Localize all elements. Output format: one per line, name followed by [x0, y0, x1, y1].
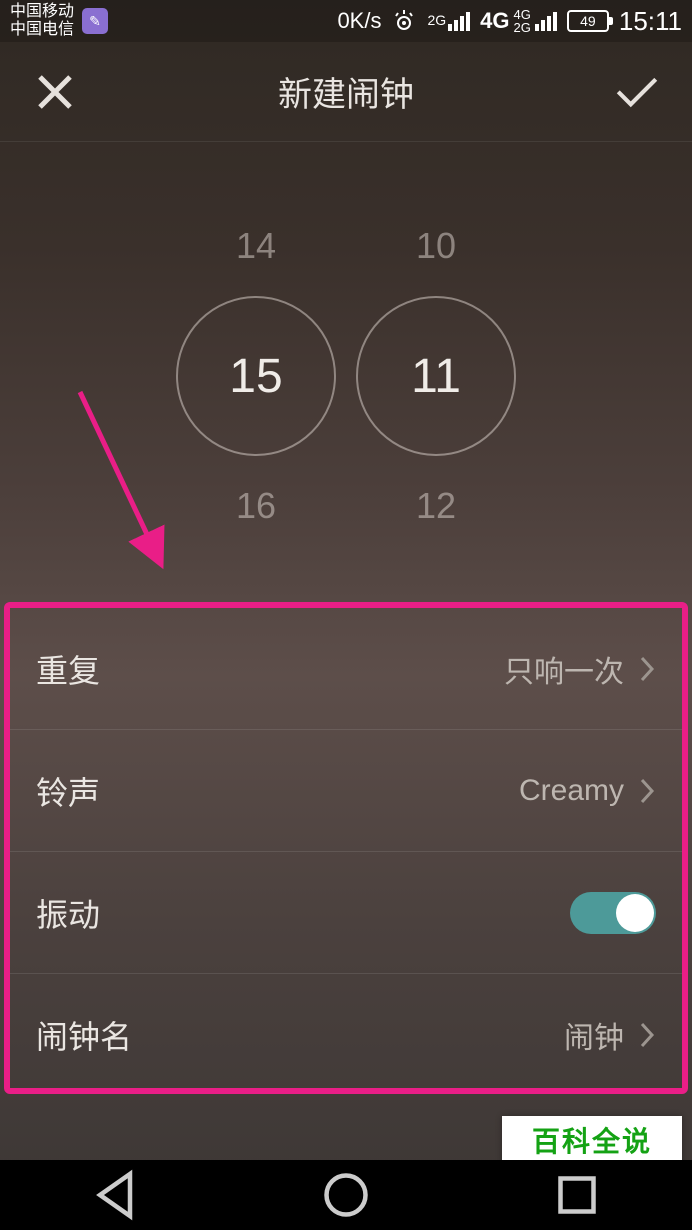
ringtone-value: Creamy	[519, 774, 624, 808]
vibrate-row[interactable]: 振动	[10, 852, 682, 974]
alarm-name-value: 闹钟	[564, 1013, 624, 1057]
watermark-title: 百科全说	[532, 1120, 652, 1160]
confirm-button[interactable]	[612, 67, 662, 117]
screen: 中国移动 中国电信 ✎ 0K/s 2G 4G 4G 2G 49	[0, 0, 692, 1230]
battery-icon: 49	[567, 10, 609, 32]
carrier-labels: 中国移动 中国电信	[10, 3, 74, 39]
vibrate-label: 振动	[36, 890, 570, 936]
minute-selected[interactable]: 11	[356, 296, 516, 456]
network-speed: 0K/s	[337, 8, 381, 34]
minute-column[interactable]: 10 11 12	[356, 206, 516, 546]
hour-prev: 14	[236, 206, 276, 286]
status-right: 0K/s 2G 4G 4G 2G 49 15:11	[337, 6, 682, 37]
annotation-arrow	[70, 392, 190, 592]
navigation-bar	[0, 1160, 692, 1230]
signal-2: 4G 4G 2G	[480, 8, 557, 34]
home-button[interactable]	[316, 1165, 376, 1225]
hour-selected[interactable]: 15	[176, 296, 336, 456]
cancel-button[interactable]	[30, 67, 80, 117]
app-header: 新建闹钟	[0, 42, 692, 142]
app-notification-icon: ✎	[82, 8, 108, 34]
repeat-value: 只响一次	[504, 647, 624, 691]
carrier-2: 中国电信	[10, 21, 74, 39]
chevron-right-icon	[638, 654, 656, 684]
carrier-1: 中国移动	[10, 3, 74, 21]
minute-prev: 10	[416, 206, 456, 286]
alarm-name-row[interactable]: 闹钟名 闹钟	[10, 974, 682, 1096]
alarm-name-label: 闹钟名	[36, 1012, 564, 1058]
page-title: 新建闹钟	[278, 67, 414, 116]
recent-apps-button[interactable]	[547, 1165, 607, 1225]
signal-1: 2G	[427, 12, 470, 31]
time-picker[interactable]: 14 15 16 10 11 12	[0, 142, 692, 610]
repeat-row[interactable]: 重复 只响一次	[10, 608, 682, 730]
settings-highlight-box: 重复 只响一次 铃声 Creamy 振动 闹钟名 闹钟	[4, 602, 688, 1094]
eye-comfort-icon	[391, 8, 417, 34]
ringtone-row[interactable]: 铃声 Creamy	[10, 730, 682, 852]
repeat-label: 重复	[36, 646, 504, 692]
minute-next: 12	[416, 466, 456, 546]
ringtone-label: 铃声	[36, 768, 519, 814]
chevron-right-icon	[638, 776, 656, 806]
clock-time: 15:11	[619, 6, 682, 37]
vibrate-toggle[interactable]	[570, 892, 656, 934]
hour-next: 16	[236, 466, 276, 546]
chevron-right-icon	[638, 1020, 656, 1050]
back-button[interactable]	[85, 1165, 145, 1225]
hour-column[interactable]: 14 15 16	[176, 206, 336, 546]
status-bar: 中国移动 中国电信 ✎ 0K/s 2G 4G 4G 2G 49	[0, 0, 692, 42]
